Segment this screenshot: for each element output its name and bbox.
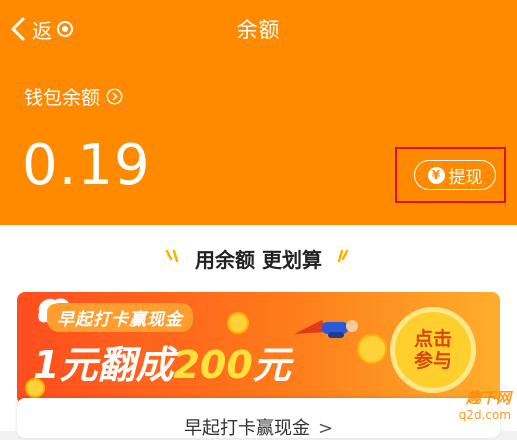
wallet-label: 钱包余额 bbox=[24, 87, 101, 109]
promo-card-label-row[interactable]: 早起打卡赢现金 > bbox=[0, 414, 517, 440]
coin-icon bbox=[357, 334, 387, 364]
banner-headline: 早起打卡赢现金 bbox=[47, 303, 193, 332]
flying-man-icon bbox=[294, 320, 358, 338]
slogan-text: 用余额 更划算 bbox=[195, 247, 322, 272]
banner-amount-prefix: 1元翻成 bbox=[33, 343, 174, 387]
balance-amount: 0.19 bbox=[22, 133, 151, 198]
banner-amount-value: 200 bbox=[173, 343, 253, 387]
page-title: 余额 bbox=[236, 18, 281, 42]
join-label-line1: 点击 bbox=[413, 328, 452, 350]
promo-banner[interactable]: 早起打卡赢现金 1元翻成200元 点击 参与 bbox=[17, 292, 500, 405]
chevron-right-icon: > bbox=[317, 418, 334, 439]
promo-card-label: 早起打卡赢现金 bbox=[183, 418, 310, 439]
watermark-bottom: q2d.com bbox=[458, 408, 511, 422]
watermark-top: 趣下网 bbox=[465, 389, 511, 407]
info-chevron-icon bbox=[106, 88, 123, 105]
join-button[interactable]: 点击 参与 bbox=[390, 307, 476, 393]
slogan-row: 用余额 更划算 bbox=[0, 244, 517, 272]
coin-icon bbox=[227, 312, 249, 334]
banner-amount: 1元翻成200元 bbox=[33, 342, 291, 388]
wallet-balance-link[interactable]: 钱包余额 bbox=[24, 83, 123, 110]
top-bar: 返 余额 bbox=[0, 0, 517, 58]
banner-amount-suffix: 元 bbox=[252, 343, 291, 387]
watermark-logo: 趣下网 q2d.com bbox=[443, 387, 511, 425]
withdraw-button[interactable]: ¥ 提现 bbox=[414, 160, 496, 190]
sparkle-icon bbox=[337, 249, 349, 263]
withdraw-label: 提现 bbox=[448, 167, 483, 188]
sparkle-icon bbox=[165, 249, 179, 263]
join-label-line2: 参与 bbox=[413, 350, 452, 372]
yen-icon: ¥ bbox=[427, 166, 445, 184]
